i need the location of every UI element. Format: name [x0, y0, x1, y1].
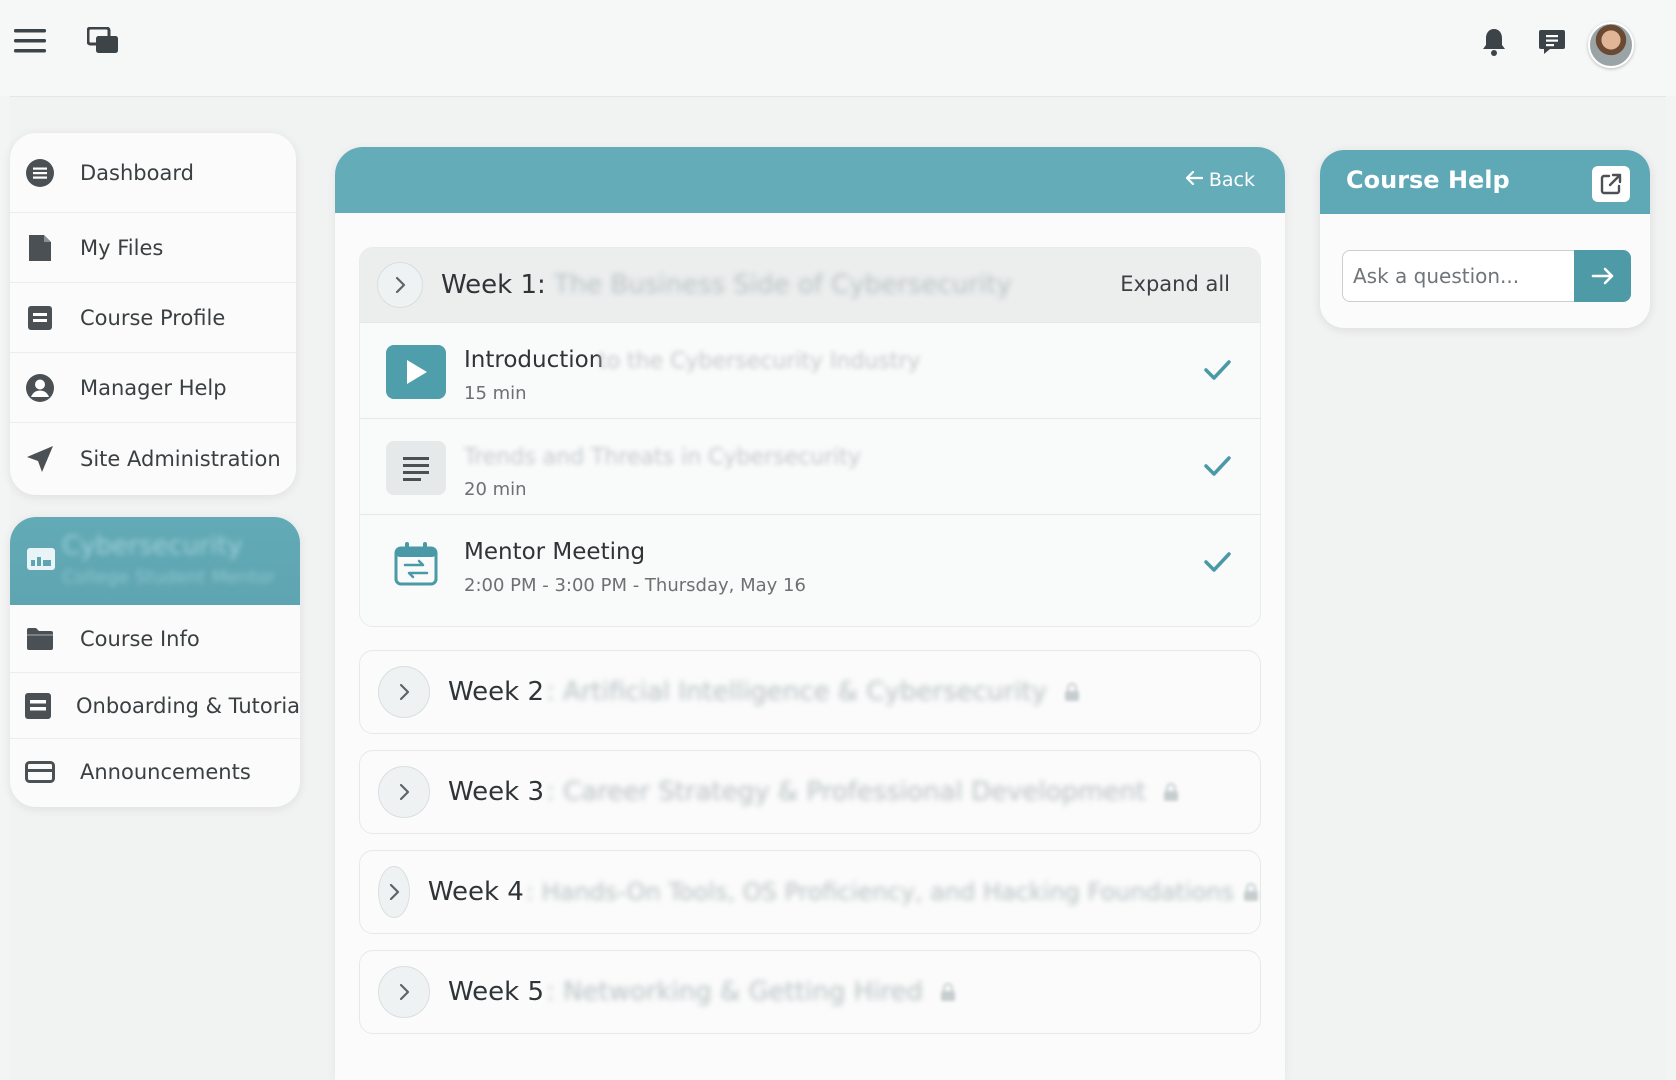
chat-icon[interactable] [1534, 24, 1570, 60]
week-5-row[interactable]: Week 5 : Networking & Getting Hired [359, 950, 1261, 1034]
sidebar-course-nav: Cybersecurity College Student Mentor Cou… [10, 517, 300, 807]
week-title: : Career Strategy & Professional Develop… [546, 777, 1146, 807]
check-icon [1202, 355, 1234, 387]
sidebar-item-dashboard[interactable]: Dashboard [10, 133, 296, 213]
week-title: : Artificial Intelligence & Cybersecurit… [546, 677, 1047, 707]
lock-icon [1242, 883, 1260, 901]
avatar[interactable] [1588, 22, 1634, 68]
back-label: Back [1208, 169, 1255, 191]
arrow-right-icon [1591, 267, 1613, 285]
lock-icon [1063, 683, 1081, 701]
send-button[interactable] [1574, 250, 1631, 302]
week-label: Week 5 [448, 977, 545, 1007]
lesson-item[interactable]: Introduction to the Cybersecurity Indust… [360, 322, 1260, 418]
expand-all-button[interactable]: Expand all [1120, 272, 1230, 296]
sidebar-item-course-info[interactable]: Course Info [10, 605, 300, 673]
week-2-row[interactable]: Week 2 : Artificial Intelligence & Cyber… [359, 650, 1261, 734]
chalkboard-icon [26, 545, 58, 577]
lesson-title-rest: to the Cybersecurity Industry [598, 349, 921, 374]
file-icon [24, 232, 56, 264]
week-4-row[interactable]: Week 4 : Hands-On Tools, OS Proficiency,… [359, 850, 1261, 934]
lesson-title: Introduction [464, 347, 604, 373]
course-content-panel: Back Week 1: The Business Side of Cybers… [335, 147, 1285, 1080]
sidebar-item-label: Dashboard [80, 160, 194, 185]
sidebar-item-label: Onboarding & Tutorial [76, 693, 300, 718]
course-help-panel: Course Help [1320, 150, 1650, 328]
course-title: Cybersecurity [62, 531, 243, 561]
week-title: The Business Side of Cybersecurity [553, 270, 1012, 300]
calendar-icon [386, 537, 446, 591]
week-title: : Hands-On Tools, OS Proficiency, and Ha… [525, 878, 1234, 906]
week-1-section: Week 1: The Business Side of Cybersecuri… [359, 247, 1261, 627]
arrow-left-icon [1185, 169, 1203, 191]
lesson-item[interactable]: Trends and Threats in Cybersecurity 20 m… [360, 418, 1260, 514]
chevron-right-icon[interactable] [377, 262, 423, 308]
video-play-icon [386, 345, 446, 399]
lock-icon [939, 983, 957, 1001]
course-help-title: Course Help [1346, 166, 1510, 194]
course-header[interactable]: Cybersecurity College Student Mentor [10, 517, 300, 605]
sidebar-item-my-files[interactable]: My Files [10, 213, 296, 283]
week-label: Week 1: [441, 270, 546, 300]
week-label: Week 4 [427, 877, 524, 907]
week-label: Week 2 [448, 677, 545, 707]
sidebar-item-onboarding-tutorial[interactable]: Onboarding & Tutorial [10, 673, 300, 739]
sidebar-item-label: Course Info [80, 626, 200, 651]
check-icon [1202, 547, 1234, 579]
profile-card-icon [24, 302, 56, 334]
lesson-duration: 20 min [464, 479, 527, 500]
lock-icon [1162, 783, 1180, 801]
folder-icon [24, 623, 56, 655]
sidebar-item-course-profile[interactable]: Course Profile [10, 283, 296, 353]
list-circle-icon [24, 157, 56, 189]
meeting-time: 2:00 PM - 3:00 PM - Thursday, May 16 [464, 575, 806, 596]
chevron-right-icon[interactable] [378, 766, 430, 818]
week-3-row[interactable]: Week 3 : Career Strategy & Professional … [359, 750, 1261, 834]
navigation-arrow-icon [24, 443, 56, 475]
chevron-right-icon[interactable] [378, 966, 430, 1018]
week-title: : Networking & Getting Hired [546, 977, 924, 1007]
content-header: Back [335, 147, 1285, 213]
bell-icon[interactable] [1476, 24, 1512, 60]
ask-question-input[interactable] [1342, 250, 1574, 302]
check-icon [1202, 451, 1234, 483]
top-bar [0, 0, 1676, 96]
sidebar-item-announcements[interactable]: Announcements [10, 739, 300, 805]
lesson-title: Mentor Meeting [464, 539, 646, 565]
external-link-icon[interactable] [1592, 166, 1630, 202]
sidebar-item-label: Site Administration [80, 447, 281, 471]
sidebar-item-label: My Files [80, 235, 164, 260]
tutorial-icon [24, 690, 52, 722]
document-icon [386, 441, 446, 495]
lesson-title-rest: Trends and Threats in Cybersecurity [464, 445, 861, 470]
sidebar-item-label: Announcements [80, 760, 251, 784]
back-button[interactable]: Back [1185, 167, 1255, 193]
course-help-header: Course Help [1320, 150, 1650, 214]
menu-icon[interactable] [12, 22, 50, 60]
sidebar-item-label: Manager Help [80, 375, 227, 400]
chevron-right-icon[interactable] [378, 666, 430, 718]
windows-icon[interactable] [84, 22, 122, 60]
week-label: Week 3 [448, 777, 545, 807]
sidebar-item-site-administration[interactable]: Site Administration [10, 423, 296, 495]
lesson-duration: 15 min [464, 383, 527, 404]
lesson-item[interactable]: Mentor Meeting 2:00 PM - 3:00 PM - Thurs… [360, 514, 1260, 626]
user-circle-icon [24, 372, 56, 404]
sidebar-item-manager-help[interactable]: Manager Help [10, 353, 296, 423]
sidebar-main-nav: Dashboard My Files Course Profile Manage… [10, 133, 296, 495]
chevron-right-icon[interactable] [378, 866, 410, 918]
card-icon [24, 756, 56, 788]
week-1-header[interactable]: Week 1: The Business Side of Cybersecuri… [360, 248, 1260, 322]
sidebar-item-label: Course Profile [80, 305, 226, 330]
course-subtitle: College Student Mentor [62, 567, 275, 588]
